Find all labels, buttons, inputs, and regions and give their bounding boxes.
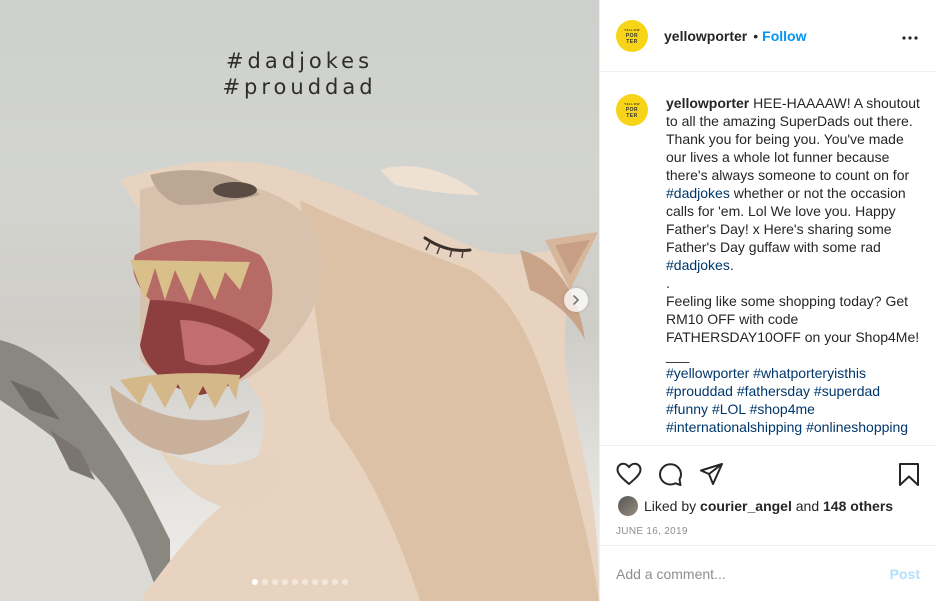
hashtag-link[interactable]: #dadjokes	[666, 185, 730, 201]
hashtag-link[interactable]: #yellowporter	[666, 365, 749, 381]
caption-username[interactable]: yellowporter	[666, 95, 749, 111]
heart-icon	[616, 462, 642, 485]
liked-by-others[interactable]: 148 others	[823, 498, 893, 514]
bookmark-icon	[899, 462, 919, 486]
carousel-dot	[271, 579, 278, 585]
hashtag-link[interactable]: #onlineshopping	[806, 419, 908, 435]
likes-summary: Liked by courier_angel and 148 others	[616, 496, 920, 516]
post-header: YELLOW POR TER yellowporter • Follow	[600, 0, 936, 72]
hashtag-link[interactable]: #dadjokes	[666, 257, 730, 273]
liker-avatar[interactable]	[618, 496, 638, 516]
more-options-icon[interactable]	[902, 27, 918, 45]
post-side-panel: YELLOW POR TER yellowporter • Follow YEL…	[599, 0, 936, 601]
post-comment-button[interactable]: Post	[890, 566, 920, 582]
instagram-post: #dadjokes #prouddad YELLOW POR TER yello…	[0, 0, 936, 601]
hashtag-link[interactable]: #superdad	[814, 383, 880, 399]
like-button[interactable]	[616, 462, 642, 486]
carousel-dot	[291, 579, 298, 585]
hashtag-link[interactable]: #shop4me	[750, 401, 815, 417]
liked-by-and: and	[795, 498, 820, 514]
comment-button[interactable]	[658, 462, 683, 487]
follow-button[interactable]: Follow	[762, 28, 806, 44]
header-username[interactable]: yellowporter	[664, 28, 747, 44]
post-image[interactable]: #dadjokes #prouddad	[0, 0, 599, 601]
hashtag-link[interactable]: #prouddad	[666, 383, 733, 399]
avatar-text-line: TER	[626, 113, 638, 119]
carousel-dot	[281, 579, 288, 585]
liked-by-prefix: Liked by	[644, 498, 697, 514]
header-separator: •	[753, 27, 759, 44]
post-actions: Liked by courier_angel and 148 others JU…	[600, 445, 936, 545]
carousel-dot	[311, 579, 318, 585]
hashtag-link[interactable]: #funny	[666, 401, 708, 417]
carousel-dot	[251, 579, 258, 585]
carousel-dot	[341, 579, 348, 585]
hashtag-link[interactable]: #LOL	[712, 401, 746, 417]
overlay-line-2: #prouddad	[222, 75, 377, 99]
post-date[interactable]: JUNE 16, 2019	[616, 526, 920, 537]
carousel-indicator	[0, 579, 599, 585]
comments-section: YELLOW POR TER yellowporter HEE-HAAAAW! …	[600, 72, 936, 445]
save-button[interactable]	[898, 462, 920, 487]
liked-by-user[interactable]: courier_angel	[700, 498, 792, 514]
add-comment-bar: Post	[600, 545, 936, 601]
profile-avatar[interactable]: YELLOW POR TER	[616, 19, 648, 52]
caption-avatar[interactable]: YELLOW POR TER	[616, 94, 648, 126]
hashtag-link[interactable]: #fathersday	[737, 383, 810, 399]
overlay-line-1: #dadjokes	[225, 49, 374, 73]
carousel-dot	[321, 579, 328, 585]
post-caption: yellowporter HEE-HAAAAW! A shoutout to a…	[666, 94, 920, 445]
carousel-dot	[331, 579, 338, 585]
share-button[interactable]	[699, 462, 724, 486]
carousel-next-button[interactable]	[564, 288, 588, 312]
hashtag-link[interactable]: #whatporteryisthis	[753, 365, 866, 381]
chevron-right-icon	[573, 295, 579, 305]
comment-icon	[659, 462, 682, 486]
more-horizontal-icon	[902, 35, 918, 40]
carousel-dot	[301, 579, 308, 585]
hashtag-link[interactable]: #internationalshipping	[666, 419, 802, 435]
comment-input[interactable]	[616, 565, 890, 582]
action-icons	[616, 446, 920, 496]
avatar-text-line: TER	[626, 38, 638, 45]
carousel-dot	[261, 579, 268, 585]
image-overlay-text: #dadjokes #prouddad	[0, 48, 599, 100]
paper-plane-icon	[700, 463, 723, 485]
